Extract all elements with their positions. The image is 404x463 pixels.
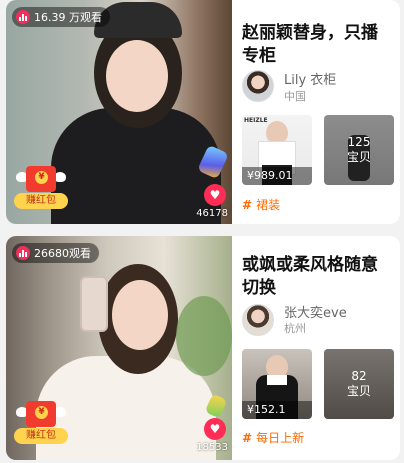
red-envelope-icon [26, 166, 56, 192]
hash-icon: # [242, 431, 253, 445]
product-price: ¥989.01 [242, 167, 312, 185]
tag-label: 每日上新 [256, 431, 305, 445]
host-location: 中国 [284, 90, 306, 103]
product-count-label: 宝贝 [346, 150, 371, 164]
host-avatar[interactable] [242, 70, 274, 102]
live-thumbnail[interactable]: 26680观看 赚红包 ♥ 18533 [6, 236, 232, 460]
heart-icon[interactable]: ♥ [204, 418, 226, 440]
more-products[interactable]: 125 宝贝 [324, 115, 394, 185]
like-count: 18533 [196, 442, 228, 453]
more-products[interactable]: 82 宝贝 [324, 349, 394, 419]
live-card[interactable]: 26680观看 赚红包 ♥ 18533 或飒或柔风格随意切换 张大奕eve 杭州… [6, 236, 400, 460]
product-price: ¥152.1 [242, 401, 312, 419]
tag-label: 裙装 [256, 198, 281, 212]
live-bars-icon [16, 10, 30, 24]
product-brand: HEIZLE [244, 117, 268, 124]
category-tag[interactable]: # 裙装 [242, 196, 280, 213]
red-packet-label: 赚红包 [14, 428, 68, 444]
hash-icon: # [242, 198, 253, 212]
live-thumbnail[interactable]: 16.39 万观看 赚红包 ♥ 46178 [6, 0, 232, 224]
product-thumbnail[interactable]: ¥152.1 [242, 349, 312, 419]
viewer-count: 16.39 万观看 [34, 11, 102, 24]
plant [176, 296, 232, 376]
phone [80, 276, 108, 332]
live-bars-icon [16, 246, 30, 260]
live-title[interactable]: 赵丽颖替身，只播专柜 [242, 22, 392, 68]
red-packet-button[interactable]: 赚红包 [14, 401, 68, 445]
viewer-count: 26680观看 [34, 247, 91, 260]
heart-icon[interactable]: ♥ [204, 184, 226, 206]
live-title[interactable]: 或飒或柔风格随意切换 [242, 254, 392, 300]
red-packet-label: 赚红包 [14, 193, 68, 209]
host-avatar[interactable] [242, 304, 274, 336]
live-card[interactable]: 16.39 万观看 赚红包 ♥ 46178 赵丽颖替身，只播专柜 Lily 衣柜… [6, 0, 400, 224]
product-count-label: 宝贝 [346, 384, 371, 398]
red-packet-button[interactable]: 赚红包 [14, 166, 68, 210]
category-tag[interactable]: # 每日上新 [242, 429, 304, 446]
host-name[interactable]: 张大奕eve [284, 302, 347, 321]
like-count: 46178 [196, 208, 228, 219]
host-location: 杭州 [284, 322, 306, 335]
product-thumbnail[interactable]: HEIZLE ¥989.01 [242, 115, 312, 185]
host-name[interactable]: Lily 衣柜 [284, 69, 336, 88]
viewer-count-badge: 26680观看 [12, 243, 99, 263]
product-count: 82 [351, 369, 367, 383]
product-count: 125 [347, 135, 371, 149]
viewer-count-badge: 16.39 万观看 [12, 7, 110, 27]
red-envelope-icon [26, 401, 56, 427]
